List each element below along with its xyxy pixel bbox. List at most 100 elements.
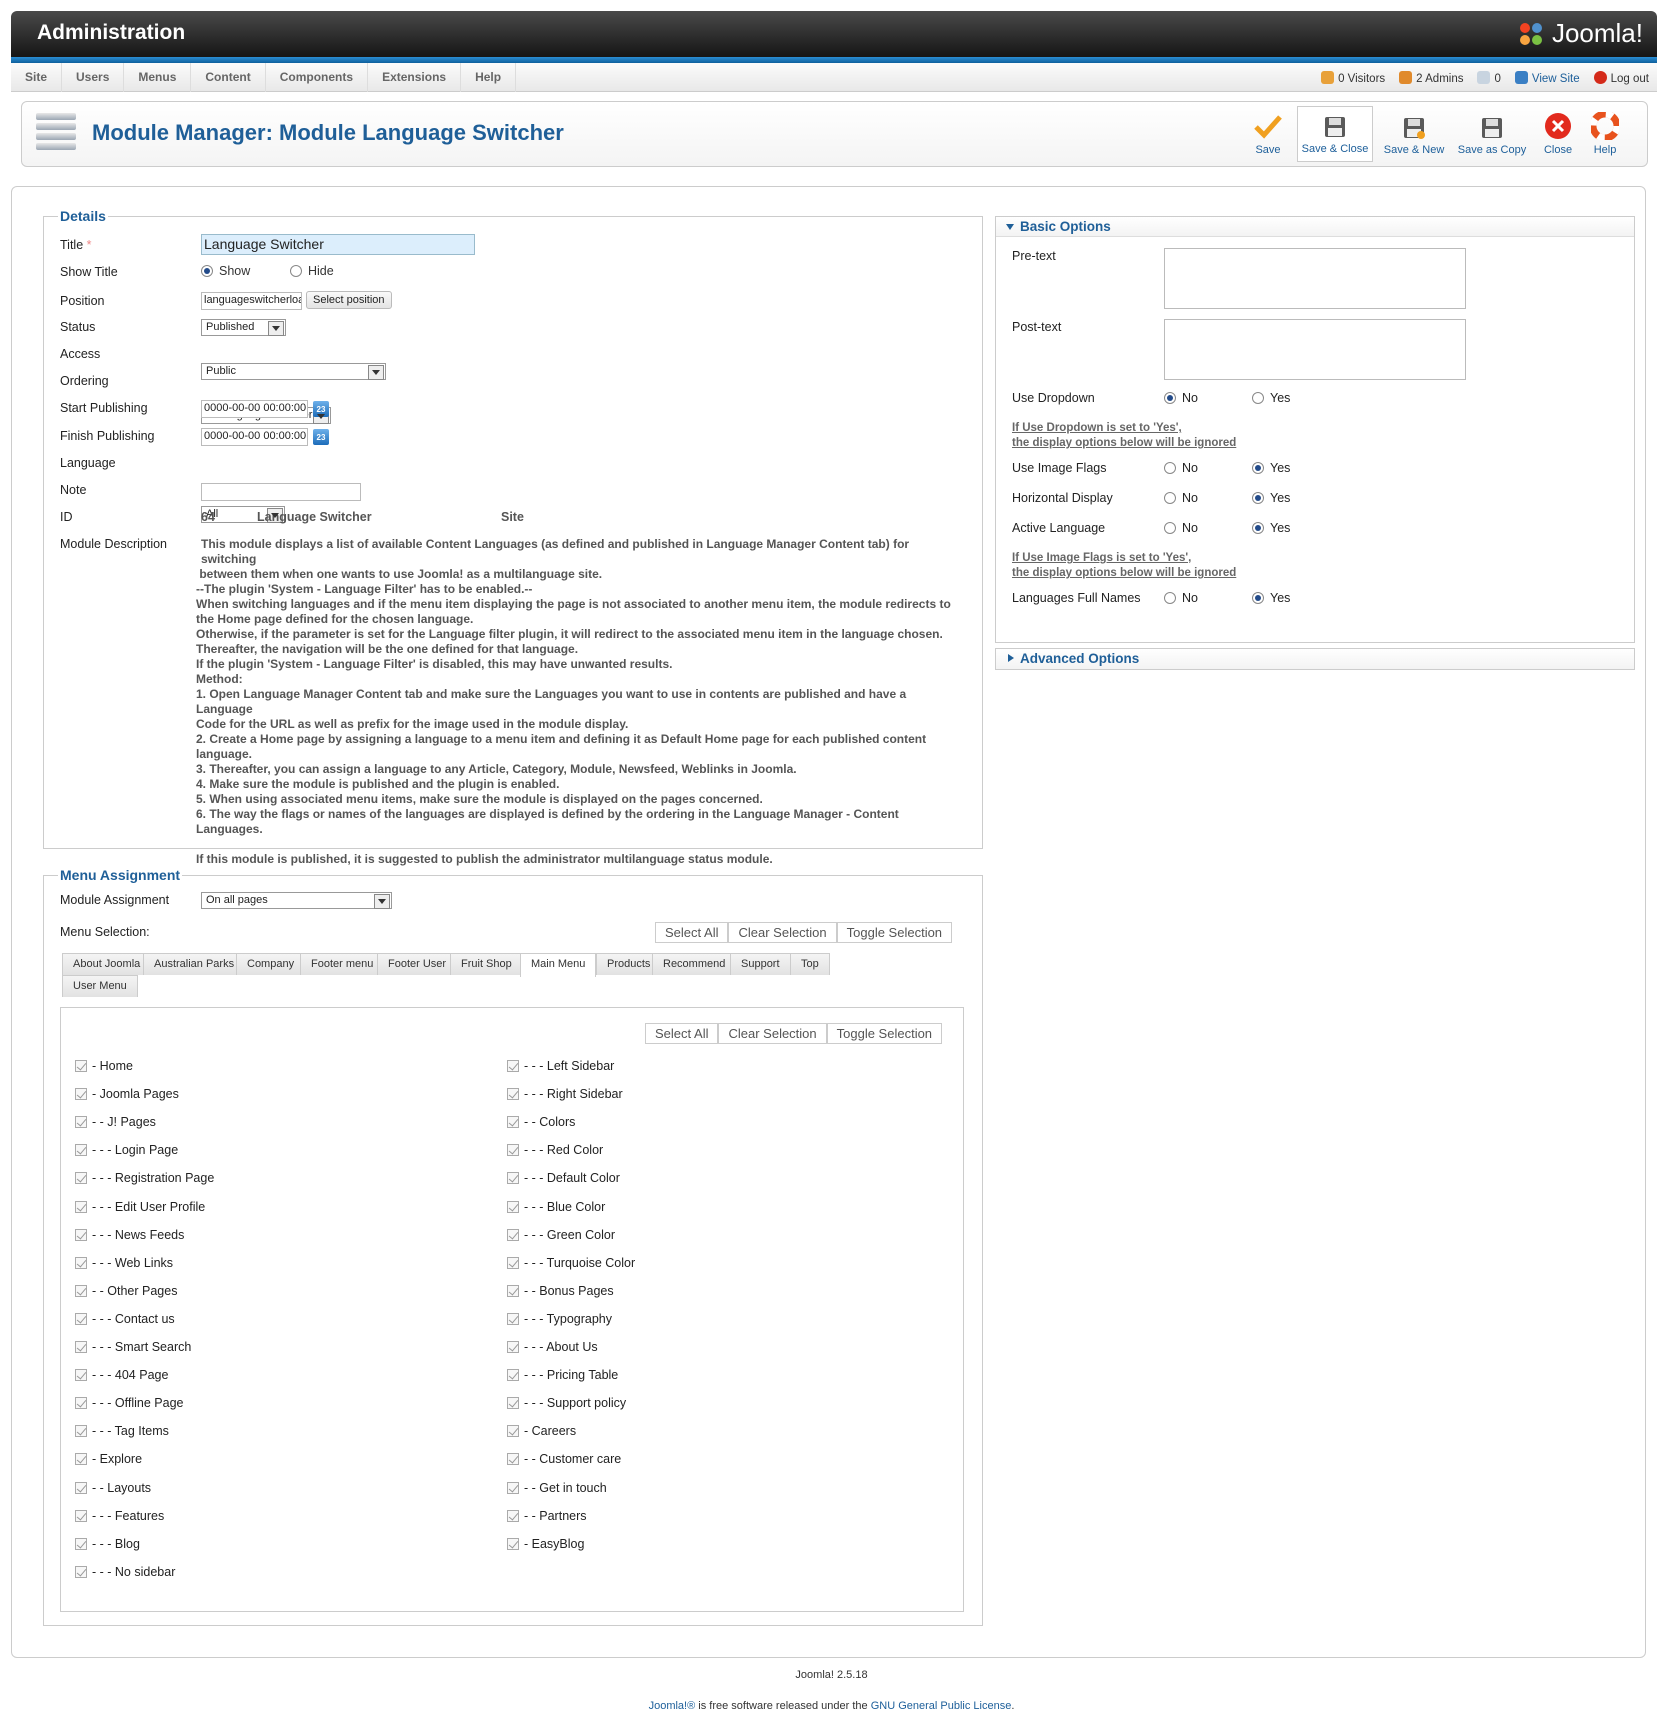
checkbox-icon[interactable] xyxy=(507,1144,519,1157)
module-assignment-select[interactable]: On all pages xyxy=(201,892,392,909)
menu-users[interactable]: Users xyxy=(62,63,125,92)
checkbox-icon[interactable] xyxy=(507,1397,519,1410)
checkbox-icon[interactable] xyxy=(507,1116,519,1129)
toggle-selection-button[interactable]: Toggle Selection xyxy=(836,922,953,943)
checkbox-icon[interactable] xyxy=(507,1172,519,1185)
help-button[interactable]: Help xyxy=(1587,106,1623,162)
menu-menus[interactable]: Menus xyxy=(124,63,192,92)
finish-publishing-input[interactable]: 0000-00-00 00:00:00 xyxy=(201,428,308,446)
show-title-show-radio[interactable]: Show xyxy=(201,264,250,278)
menu-item-checkbox[interactable]: - - - News Feeds xyxy=(75,1228,184,1242)
menu-item-checkbox[interactable]: - - - Pricing Table xyxy=(507,1368,618,1382)
menu-extensions[interactable]: Extensions xyxy=(368,63,462,92)
save-new-button[interactable]: Save & New xyxy=(1378,106,1450,162)
show-title-hide-radio[interactable]: Hide xyxy=(290,264,334,278)
menu-item-checkbox[interactable]: - Home xyxy=(75,1059,133,1073)
access-select[interactable]: Public xyxy=(201,363,386,380)
checkbox-icon[interactable] xyxy=(507,1284,519,1297)
tab-footer-user[interactable]: Footer User xyxy=(377,953,458,975)
checkbox-icon[interactable] xyxy=(507,1369,519,1382)
pretext-textarea[interactable] xyxy=(1164,248,1466,309)
fullnames-no-radio[interactable]: No xyxy=(1164,591,1198,605)
tab-recommend[interactable]: Recommend xyxy=(652,953,737,975)
gpl-link[interactable]: GNU General Public License xyxy=(871,1700,1012,1712)
checkbox-icon[interactable] xyxy=(507,1453,519,1466)
panel-clear-selection-button[interactable]: Clear Selection xyxy=(718,1023,827,1044)
menu-item-checkbox[interactable]: - Joomla Pages xyxy=(75,1087,179,1101)
panel-toggle-selection-button[interactable]: Toggle Selection xyxy=(826,1023,943,1044)
menu-help[interactable]: Help xyxy=(461,63,517,92)
checkbox-icon[interactable] xyxy=(75,1284,87,1297)
checkbox-icon[interactable] xyxy=(507,1537,519,1550)
menu-item-checkbox[interactable]: - - - Features xyxy=(75,1509,164,1523)
checkbox-icon[interactable] xyxy=(507,1228,519,1241)
logout-link[interactable]: Log out xyxy=(1593,70,1649,85)
status-select[interactable]: Published xyxy=(201,319,286,336)
tab-top[interactable]: Top xyxy=(790,953,830,975)
checkbox-icon[interactable] xyxy=(75,1565,87,1578)
menu-item-checkbox[interactable]: - - - About Us xyxy=(507,1340,598,1354)
menu-item-checkbox[interactable]: - - - Right Sidebar xyxy=(507,1087,623,1101)
save-close-button[interactable]: Save & Close xyxy=(1297,106,1373,162)
checkbox-icon[interactable] xyxy=(75,1369,87,1382)
horizontal-yes-radio[interactable]: Yes xyxy=(1252,491,1290,505)
advanced-options-header[interactable]: Advanced Options xyxy=(996,649,1634,669)
select-all-button[interactable]: Select All xyxy=(655,922,729,943)
menu-item-checkbox[interactable]: - - - Edit User Profile xyxy=(75,1200,205,1214)
menu-item-checkbox[interactable]: - - - No sidebar xyxy=(75,1565,175,1579)
menu-components[interactable]: Components xyxy=(266,63,369,92)
use-dropdown-yes-radio[interactable]: Yes xyxy=(1252,391,1290,405)
menu-item-checkbox[interactable]: - - - Red Color xyxy=(507,1143,603,1157)
menu-item-checkbox[interactable]: - - - 404 Page xyxy=(75,1368,168,1382)
start-publishing-input[interactable]: 0000-00-00 00:00:00 xyxy=(201,400,308,418)
menu-item-checkbox[interactable]: - - - Left Sidebar xyxy=(507,1059,614,1073)
menu-item-checkbox[interactable]: - - - Smart Search xyxy=(75,1340,191,1354)
menu-item-checkbox[interactable]: - - J! Pages xyxy=(75,1115,156,1129)
menu-item-checkbox[interactable]: - EasyBlog xyxy=(507,1537,584,1551)
menu-item-checkbox[interactable]: - - Partners xyxy=(507,1509,587,1523)
menu-item-checkbox[interactable]: - - - Blog xyxy=(75,1537,140,1551)
finish-calendar-icon[interactable]: 23 xyxy=(313,429,329,445)
checkbox-icon[interactable] xyxy=(507,1060,519,1072)
menu-item-checkbox[interactable]: - - - Default Color xyxy=(507,1171,620,1185)
use-dropdown-no-radio[interactable]: No xyxy=(1164,391,1198,405)
active-no-radio[interactable]: No xyxy=(1164,521,1198,535)
checkbox-icon[interactable] xyxy=(75,1481,87,1494)
menu-content[interactable]: Content xyxy=(191,63,266,92)
messages-status[interactable]: 0 xyxy=(1477,70,1501,85)
horizontal-no-radio[interactable]: No xyxy=(1164,491,1198,505)
menu-item-checkbox[interactable]: - Explore xyxy=(75,1452,142,1466)
menu-item-checkbox[interactable]: - Careers xyxy=(507,1424,576,1438)
checkbox-icon[interactable] xyxy=(75,1537,87,1550)
checkbox-icon[interactable] xyxy=(75,1088,87,1101)
menu-item-checkbox[interactable]: - - - Turquoise Color xyxy=(507,1256,635,1270)
panel-select-all-button[interactable]: Select All xyxy=(645,1023,719,1044)
flags-no-radio[interactable]: No xyxy=(1164,461,1198,475)
close-button[interactable]: Close xyxy=(1538,106,1578,162)
menu-item-checkbox[interactable]: - - Bonus Pages xyxy=(507,1284,614,1298)
tab-fruit-shop[interactable]: Fruit Shop xyxy=(450,953,523,975)
posttext-textarea[interactable] xyxy=(1164,319,1466,380)
checkbox-icon[interactable] xyxy=(75,1509,87,1522)
checkbox-icon[interactable] xyxy=(75,1060,87,1072)
tab-australian-parks[interactable]: Australian Parks xyxy=(143,953,246,975)
checkbox-icon[interactable] xyxy=(75,1256,87,1269)
checkbox-icon[interactable] xyxy=(75,1425,87,1438)
menu-item-checkbox[interactable]: - - - Typography xyxy=(507,1312,612,1326)
checkbox-icon[interactable] xyxy=(75,1200,87,1213)
menu-item-checkbox[interactable]: - - - Green Color xyxy=(507,1228,615,1242)
menu-item-checkbox[interactable]: - - Colors xyxy=(507,1115,575,1129)
menu-item-checkbox[interactable]: - - - Contact us xyxy=(75,1312,175,1326)
menu-item-checkbox[interactable]: - - - Login Page xyxy=(75,1143,178,1157)
checkbox-icon[interactable] xyxy=(507,1425,519,1438)
fullnames-yes-radio[interactable]: Yes xyxy=(1252,591,1290,605)
tab-user-menu[interactable]: User Menu xyxy=(62,975,138,997)
joomla-link[interactable]: Joomla!® xyxy=(649,1700,696,1712)
save-copy-button[interactable]: Save as Copy xyxy=(1454,106,1530,162)
checkbox-icon[interactable] xyxy=(75,1312,87,1325)
checkbox-icon[interactable] xyxy=(507,1341,519,1353)
active-yes-radio[interactable]: Yes xyxy=(1252,521,1290,535)
menu-site[interactable]: Site xyxy=(11,63,63,92)
basic-options-header[interactable]: Basic Options xyxy=(996,217,1634,237)
checkbox-icon[interactable] xyxy=(507,1256,519,1269)
